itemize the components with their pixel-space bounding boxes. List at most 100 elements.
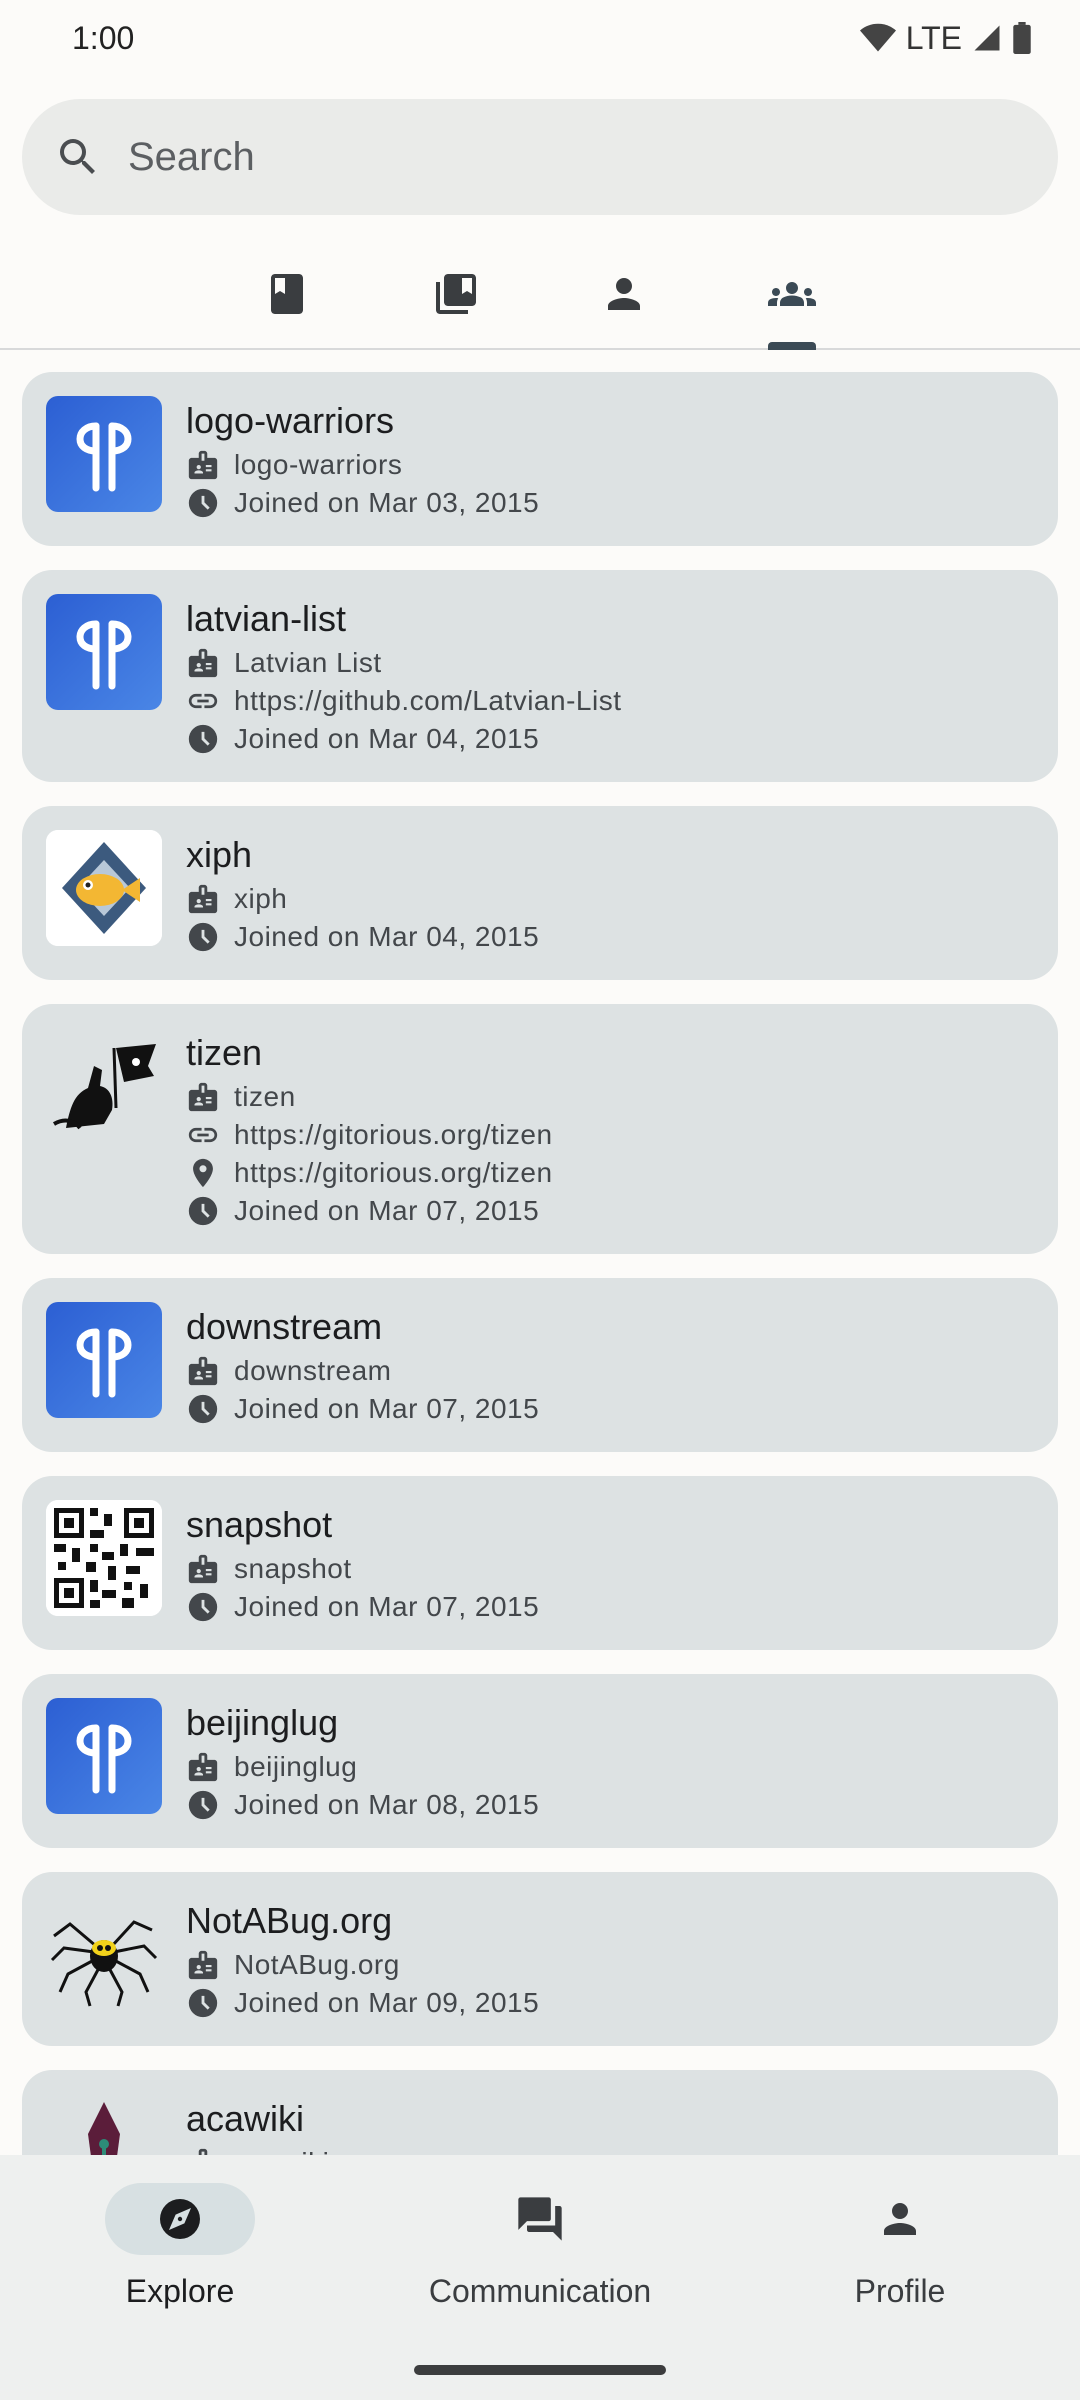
status-time: 1:00 [72, 19, 135, 56]
explore-tabs [0, 250, 1080, 350]
org-joined-row: Joined on Mar 08, 2015 [186, 1786, 1034, 1824]
org-full-name-row: snapshot [186, 1550, 1034, 1588]
org-website[interactable]: https://gitorious.org/tizen [234, 1119, 553, 1151]
list-item[interactable]: downstream downstream Joined on Mar 07, … [22, 1278, 1058, 1452]
tab-organizations[interactable] [732, 250, 852, 350]
avatar [46, 594, 162, 710]
org-joined-row: Joined on Mar 07, 2015 [186, 1588, 1034, 1626]
org-full-name: beijinglug [234, 1751, 358, 1782]
org-joined-row: Joined on Mar 07, 2015 [186, 1390, 1034, 1428]
clock-icon [188, 724, 218, 754]
list-item[interactable]: snapshot snapshot Joined on Mar 07, 2015 [22, 1476, 1058, 1650]
org-full-name-row: NotABug.org [186, 1946, 1034, 1984]
org-name: latvian-list [186, 598, 347, 639]
list-item[interactable]: tizen tizen https://gitorious.org/tizen … [22, 1004, 1058, 1254]
tab-collections[interactable] [396, 250, 516, 350]
list-item[interactable]: latvian-list Latvian List https://github… [22, 570, 1058, 782]
organization-list: logo-warriors logo-warriors Joined on Ma… [22, 372, 1058, 2266]
link-icon [188, 1127, 218, 1143]
bottom-navigation: Explore Communication Profile [0, 2155, 1080, 2400]
org-name: beijinglug [186, 1702, 339, 1743]
org-joined: Joined on Mar 07, 2015 [234, 1195, 540, 1226]
wifi-icon [859, 23, 896, 52]
nav-profile-label: Profile [854, 2273, 946, 2309]
avatar [46, 396, 162, 512]
id-badge-icon [188, 1356, 218, 1386]
location-pin-icon [193, 1158, 213, 1188]
id-badge-icon [188, 450, 218, 480]
org-full-name: downstream [234, 1355, 392, 1386]
org-name: snapshot [186, 1504, 333, 1545]
org-location: https://gitorious.org/tizen [234, 1157, 553, 1188]
clock-icon [188, 1394, 218, 1424]
avatar [46, 1302, 162, 1418]
org-full-name-row: tizen [186, 1078, 1034, 1116]
nav-profile[interactable]: Profile [720, 2183, 1080, 2333]
compass-icon [160, 2199, 200, 2239]
org-joined-row: Joined on Mar 04, 2015 [186, 720, 1034, 758]
org-joined: Joined on Mar 04, 2015 [234, 723, 540, 754]
org-full-name: logo-warriors [234, 449, 403, 480]
clock-icon [188, 488, 218, 518]
home-indicator[interactable] [414, 2365, 666, 2375]
id-badge-icon [188, 1752, 218, 1782]
search-input[interactable]: Search [128, 135, 255, 180]
nav-communication-label: Communication [428, 2273, 652, 2309]
org-name: logo-warriors [186, 400, 395, 441]
list-item[interactable]: xiph xiph Joined on Mar 04, 2015 [22, 806, 1058, 980]
org-name: xiph [186, 834, 253, 875]
id-badge-icon [188, 648, 218, 678]
avatar [46, 1698, 162, 1814]
tab-repositories[interactable] [227, 250, 347, 350]
status-bar: 1:00 LTE [0, 0, 1080, 76]
status-icons: LTE [859, 20, 1032, 57]
org-joined-row: Joined on Mar 07, 2015 [186, 1192, 1034, 1230]
org-full-name: xiph [234, 883, 288, 914]
org-name: tizen [186, 1032, 263, 1073]
clock-icon [188, 1592, 218, 1622]
list-item[interactable]: beijinglug beijinglug Joined on Mar 08, … [22, 1674, 1058, 1848]
list-item[interactable]: NotABug.org NotABug.org Joined on Mar 09… [22, 1872, 1058, 2046]
org-full-name-row: beijinglug [186, 1748, 1034, 1786]
nav-explore[interactable]: Explore [0, 2183, 360, 2333]
active-tab-indicator [768, 342, 816, 350]
org-joined-row: Joined on Mar 03, 2015 [186, 484, 1034, 522]
org-website-row: https://github.com/Latvian-List [186, 682, 1034, 720]
id-badge-icon [188, 1950, 218, 1980]
org-name: downstream [186, 1306, 383, 1347]
chat-icon [518, 2197, 562, 2241]
avatar [46, 1500, 162, 1616]
org-full-name-row: downstream [186, 1352, 1034, 1390]
org-website[interactable]: https://github.com/Latvian-List [234, 685, 621, 717]
groups-icon [768, 282, 816, 306]
tab-users[interactable] [564, 250, 684, 350]
org-name: NotABug.org [186, 1900, 393, 1941]
link-icon [188, 693, 218, 709]
search-icon [60, 139, 95, 174]
org-joined: Joined on Mar 07, 2015 [234, 1591, 540, 1622]
avatar [46, 1028, 162, 1144]
org-joined: Joined on Mar 08, 2015 [234, 1789, 540, 1820]
nav-communication-pill[interactable] [465, 2183, 615, 2255]
org-joined: Joined on Mar 07, 2015 [234, 1393, 540, 1424]
nav-profile-pill[interactable] [825, 2183, 975, 2255]
library-icon [436, 274, 476, 314]
book-icon [271, 274, 303, 314]
org-full-name: snapshot [234, 1553, 352, 1584]
org-full-name-row: logo-warriors [186, 446, 1034, 484]
clock-icon [188, 1988, 218, 2018]
nav-communication[interactable]: Communication [360, 2183, 720, 2333]
org-full-name-row: Latvian List [186, 644, 1034, 682]
person-icon [884, 2203, 916, 2235]
nav-explore-pill[interactable] [105, 2183, 255, 2255]
nav-explore-label: Explore [125, 2273, 235, 2309]
id-badge-icon [188, 1082, 218, 1112]
list-item[interactable]: logo-warriors logo-warriors Joined on Ma… [22, 372, 1058, 546]
org-full-name: tizen [234, 1081, 296, 1112]
clock-icon [188, 922, 218, 952]
clock-icon [188, 1196, 218, 1226]
search-bar[interactable]: Search [22, 99, 1058, 215]
clock-icon [188, 1790, 218, 1820]
signal-icon [974, 25, 1000, 51]
id-badge-icon [188, 884, 218, 914]
